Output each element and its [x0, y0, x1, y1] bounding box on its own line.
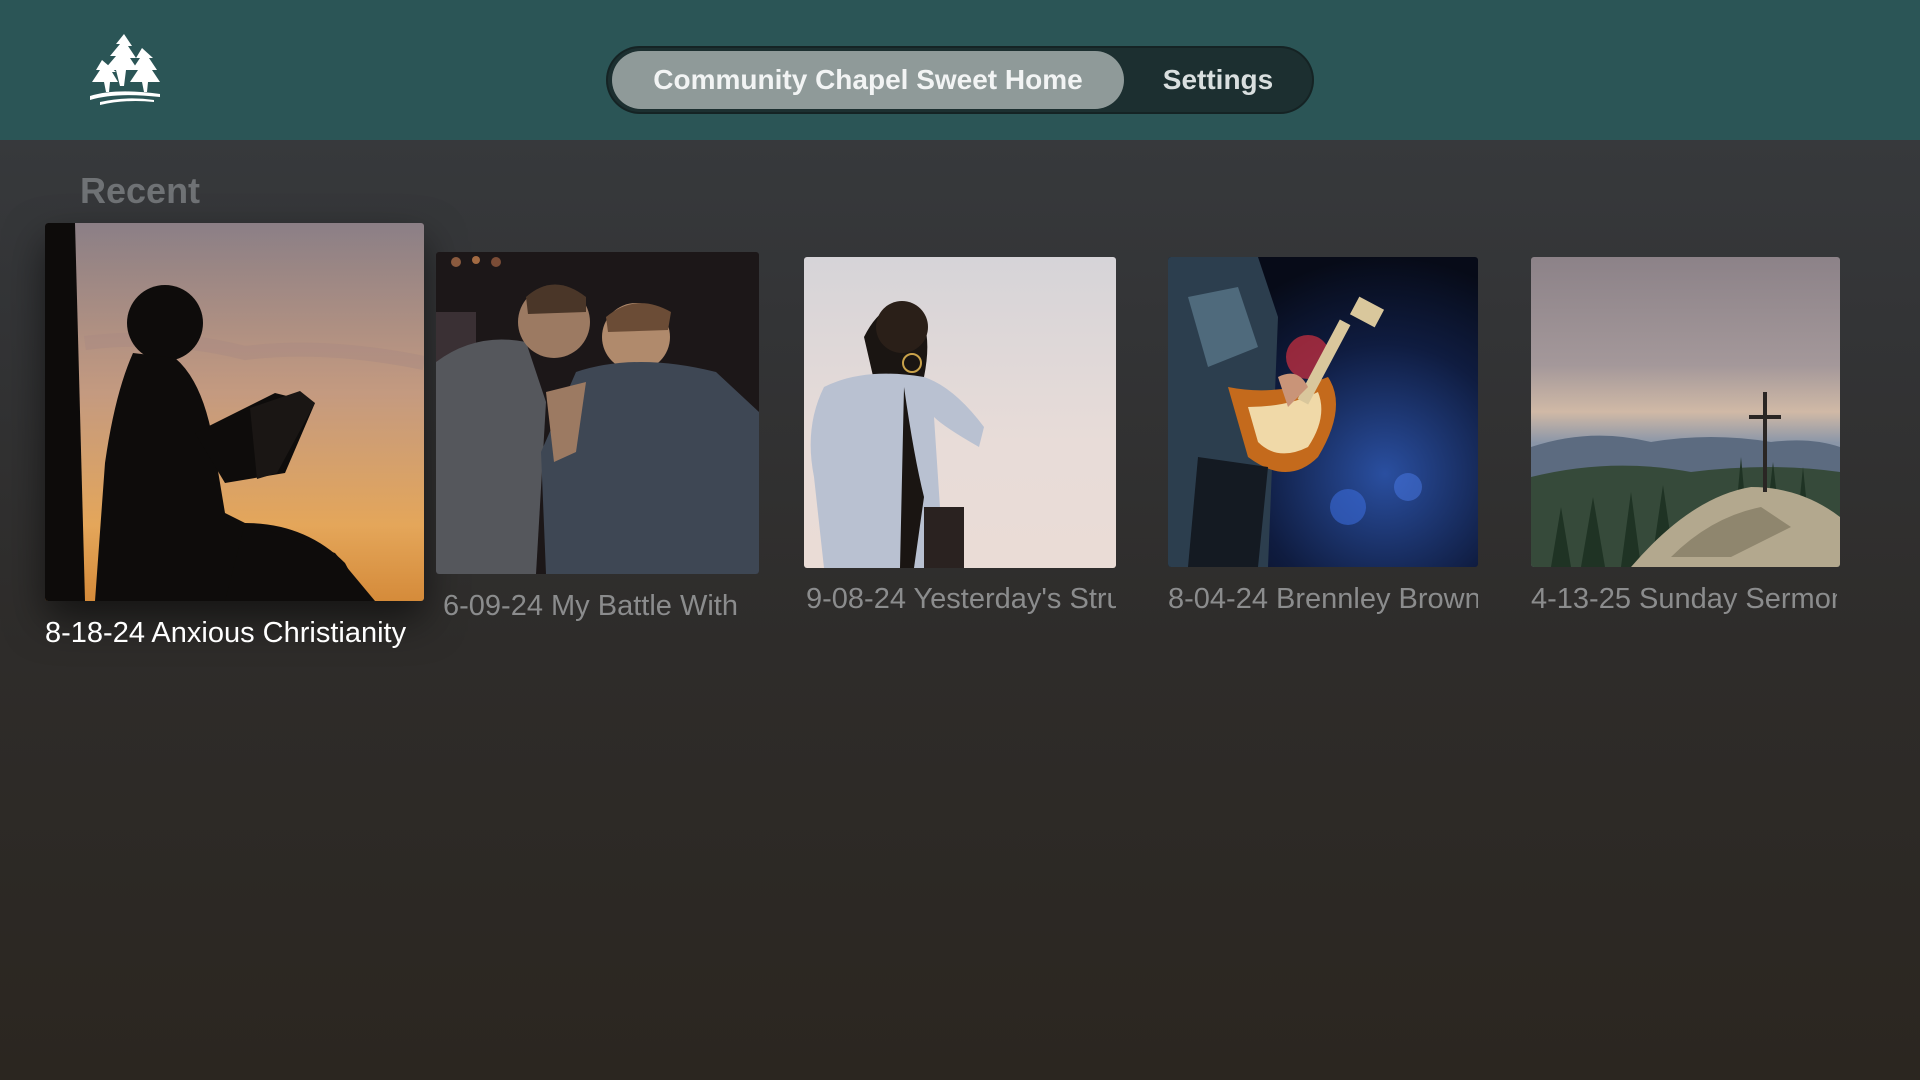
- sermon-card[interactable]: 4-13-25 Sunday Sermon: [1531, 257, 1841, 627]
- sermon-thumbnail: [45, 223, 424, 601]
- recent-section-title: Recent: [80, 170, 201, 211]
- sermon-title: 4-13-25 Sunday Sermon: [1531, 583, 1837, 615]
- tab-community-chapel-sweet-home[interactable]: Community Chapel Sweet Home: [612, 51, 1124, 109]
- sermon-title: 6-09-24 My Battle With: [443, 590, 738, 622]
- sermon-card[interactable]: 6-09-24 My Battle With: [436, 252, 759, 632]
- tab-settings[interactable]: Settings: [1138, 51, 1298, 109]
- sermon-card[interactable]: 8-04-24 Brennley Brown: [1168, 257, 1478, 627]
- sermon-thumbnail: [436, 252, 759, 574]
- sermon-thumbnail: [1168, 257, 1478, 567]
- sermon-title: 9-08-24 Yesterday's Struggles: [806, 583, 1116, 615]
- sermon-title: 8-04-24 Brennley Brown: [1168, 583, 1478, 615]
- sermon-card[interactable]: 8-18-24 Anxious Christianity: [45, 223, 425, 663]
- tab-bar: Community Chapel Sweet Home Settings: [606, 46, 1314, 114]
- top-bar: Community Chapel Sweet Home Settings: [0, 0, 1920, 140]
- trees-logo-icon: [86, 30, 166, 106]
- sermon-title: 8-18-24 Anxious Christianity: [45, 617, 407, 649]
- sermon-thumbnail: [804, 257, 1116, 568]
- sermon-thumbnail: [1531, 257, 1840, 567]
- sermon-card[interactable]: 9-08-24 Yesterday's Struggles: [804, 257, 1116, 627]
